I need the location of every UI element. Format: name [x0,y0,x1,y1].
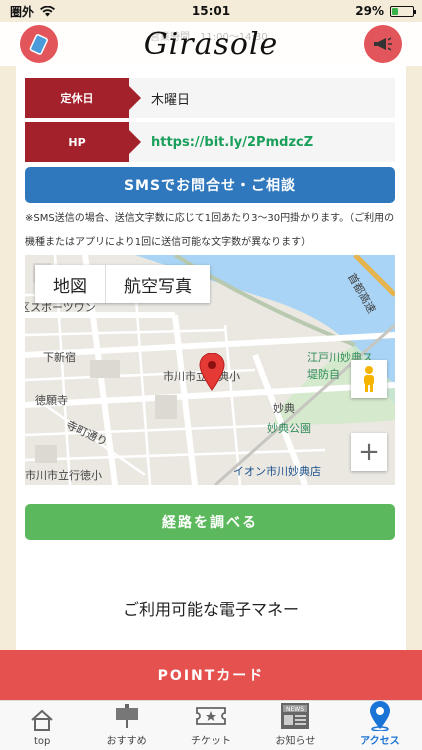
emoney-title: ご利用可能な電子マネー [122,600,299,619]
battery-icon [390,5,416,17]
tab-access-label: アクセス [360,736,400,747]
pegman-icon [364,366,374,392]
clock-text: 15:01 [191,4,231,18]
map-label-tokuganji: 徳願寺 [35,394,68,407]
zoom-in-button[interactable]: + [351,433,387,471]
status-bar: 圏外 15:01 29% [0,0,422,22]
route-search-button[interactable]: 経路を調べる [25,504,395,540]
tab-ticket[interactable]: チケット [169,701,253,750]
map-label-park-2: 堤防自 [307,368,340,381]
street-view-button[interactable] [351,360,387,398]
map-type-tabs: 地図 航空写真 [35,265,210,303]
tab-recommended[interactable]: おすすめ [84,701,168,750]
tab-recommended-label: おすすめ [106,736,147,747]
map-label-tokuwa-school: 市川市立行徳小 [25,469,102,482]
tab-ticket-label: チケット [191,736,232,747]
point-card-button[interactable]: POINTカード [0,650,422,700]
header-behind-text: 営業時間 11:00～14:30 [150,32,268,43]
tab-top-label: top [34,736,51,747]
closed-day-row: 定休日 木曜日 [25,78,395,118]
smartphone-icon [29,34,48,55]
plus-icon: + [358,437,380,467]
bottom-tab-bar: top おすすめ チケット NEWS お知らせ アクセス [0,700,422,750]
closed-day-value: 木曜日 [151,92,191,108]
location-pin-icon [369,701,390,731]
signboard-icon [115,704,138,728]
tab-top[interactable]: top [0,701,84,750]
sms-fee-note: ※SMS送信の場合、送信文字数に応じて1回あたり3～30円掛かります。（ご利用の… [25,213,395,248]
map-tab-map[interactable]: 地図 [35,265,105,303]
battery-percent: 29% [355,4,384,18]
sms-inquiry-button[interactable]: SMSでお問合せ・ご相談 [25,167,395,203]
app-header: 営業時間 11:00～14:30 Girasole [0,22,422,66]
map-label-myoten: 妙典 [273,402,295,415]
megaphone-button[interactable] [364,25,402,63]
tab-access[interactable]: アクセス [338,701,422,750]
closed-day-label: 定休日 [25,78,141,118]
wifi-icon [40,5,56,16]
homepage-link[interactable]: https://bit.ly/2PmdzcZ [151,135,313,150]
megaphone-icon [374,37,392,51]
map-label-myoten-park: 妙典公園 [267,422,311,435]
map-label-aeon: イオン市川妙典店 [233,465,321,478]
svg-text:NEWS: NEWS [286,706,304,713]
store-info-card: 定休日 木曜日 HP https://bit.ly/2PmdzcZ SMSでお問… [16,66,406,650]
map-label-shimoshinjuku: 下新宿 [43,351,76,364]
tab-news[interactable]: NEWS お知らせ [253,701,337,750]
news-icon: NEWS [281,703,310,729]
google-map[interactable]: 地図 航空写真 区スポーツワン 首都高速 下新宿 徳願寺 寺町通り 市川市立妙典… [25,255,395,485]
ticket-icon [196,707,226,725]
carrier-text: 圏外 [10,4,35,19]
phone-menu-button[interactable] [20,25,58,63]
tab-news-label: お知らせ [275,736,316,747]
map-tab-satellite[interactable]: 航空写真 [105,265,210,303]
homepage-row: HP https://bit.ly/2PmdzcZ [25,122,395,162]
home-icon [31,709,53,731]
location-marker-icon [199,353,225,391]
homepage-label: HP [25,122,141,162]
